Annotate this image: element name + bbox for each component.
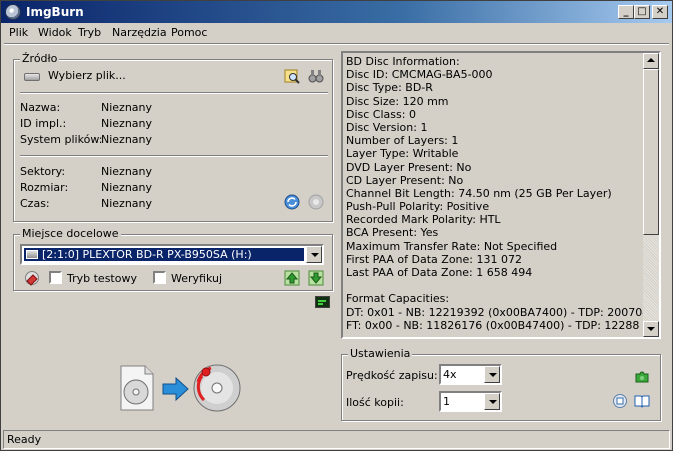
manual-book-icon[interactable] [634, 393, 650, 409]
info-line: Disc Class: 0 [346, 107, 416, 121]
field-label: System plików: [20, 133, 103, 146]
write-speed-value: 4x [443, 368, 457, 381]
field-label: Sektory: [20, 165, 66, 178]
menu-tryb[interactable]: Tryb [78, 26, 101, 39]
verify-settings-icon[interactable] [612, 393, 628, 409]
imgburn-window: ImgBurn _ □ ✕ Plik Widok Tryb Narzędzia … [0, 0, 673, 451]
field-label: Rozmiar: [20, 181, 69, 194]
verify-checkbox[interactable] [153, 271, 166, 284]
info-line: BD Disc Information: [346, 55, 460, 68]
source-group-label: Źródło [20, 52, 60, 65]
info-line: Disc ID: CMCMAG-BA5-000 [346, 68, 493, 82]
drive-select-value: [2:1:0] PLEXTOR BD-R PX-B950SA (H:) [42, 248, 252, 261]
close-button[interactable]: ✕ [652, 5, 668, 19]
menu-plik[interactable]: Plik [9, 26, 28, 39]
find-binoculars-icon[interactable] [308, 68, 324, 84]
field-value: Nieznany [101, 165, 153, 178]
settings-group: Ustawienia Prędkość zapisu: 4x Ilość kop… [341, 347, 661, 421]
source-separator-2 [20, 155, 328, 157]
minimize-button[interactable]: _ [618, 5, 634, 19]
info-line: CD Layer Present: No [346, 173, 464, 187]
menu-bar: Plik Widok Tryb Narzędzia Pomoc [1, 23, 672, 42]
write-button[interactable] [118, 362, 246, 414]
write-speed-dropdown-button[interactable] [484, 366, 500, 383]
info-line: Layer Type: Writable [346, 147, 459, 161]
field-value: Nieznany [101, 197, 153, 210]
info-line: Number of Layers: 1 [346, 134, 459, 148]
drive-dropdown-button[interactable] [306, 246, 322, 263]
drive-icon [24, 73, 40, 81]
source-separator-1 [20, 92, 328, 94]
info-line: Disc Size: 120 mm [346, 94, 449, 108]
imgburn-app-icon [5, 4, 21, 20]
info-line: Channel Bit Length: 74.50 nm (25 GB Per … [346, 186, 612, 200]
disc-info-lines: BD Disc Information: Disc ID: CMCMAG-BA5… [346, 55, 650, 332]
scroll-thumb[interactable] [643, 69, 659, 235]
destination-group-label: Miejsce docelowe [20, 227, 121, 240]
log-window-icon[interactable] [315, 296, 330, 308]
choose-file-label[interactable]: Wybierz plik... [48, 69, 126, 82]
copies-label: Ilość kopii: [346, 396, 404, 409]
info-scrollbar[interactable] [643, 53, 659, 337]
write-speed-label: Prędkość zapisu: [346, 369, 438, 382]
copies-value: 1 [443, 395, 450, 408]
title-bar[interactable]: ImgBurn _ □ ✕ [1, 1, 672, 23]
disc-info-box[interactable]: BD Disc Information: Disc ID: CMCMAG-BA5… [341, 51, 661, 339]
info-line: DT: 0x01 - NB: 12219392 (0x00BA7400) - T… [346, 305, 650, 319]
info-line: Format Capacities: [346, 292, 450, 306]
drive-select[interactable]: [2:1:0] PLEXTOR BD-R PX-B950SA (H:) [20, 244, 324, 265]
info-line [346, 279, 644, 292]
info-line: Disc Version: 1 [346, 120, 428, 134]
field-value: Nieznany [101, 101, 153, 114]
info-line: First PAA of Data Zone: 131 072 [346, 252, 522, 266]
info-line: BCA Present: Yes [346, 226, 439, 240]
field-label: ID impl.: [20, 117, 67, 130]
settings-puzzle-icon[interactable] [634, 368, 650, 384]
menu-pomoc[interactable]: Pomoc [171, 26, 207, 39]
menu-divider [4, 43, 669, 45]
menu-narzedzia[interactable]: Narzędzia [112, 26, 167, 39]
test-mode-checkbox[interactable] [49, 271, 62, 284]
settings-group-label: Ustawienia [348, 347, 413, 360]
field-label: Czas: [20, 197, 50, 210]
field-label: Nazwa: [20, 101, 61, 114]
info-line: Last PAA of Data Zone: 1 658 494 [346, 266, 533, 279]
info-line: Recorded Mark Polarity: HTL [346, 213, 501, 227]
window-title: ImgBurn [26, 5, 84, 19]
test-mode-label[interactable]: Tryb testowy [67, 272, 137, 285]
copies-select[interactable]: 1 [439, 391, 502, 412]
field-value: Nieznany [101, 133, 153, 146]
refresh-disabled-icon[interactable] [308, 194, 324, 210]
menu-widok[interactable]: Widok [38, 26, 72, 39]
maximize-button[interactable]: □ [634, 5, 650, 19]
eraser-icon[interactable] [24, 270, 40, 286]
scroll-up-button[interactable] [643, 53, 659, 69]
info-line: Disc Type: BD-R [346, 81, 433, 95]
field-value: Nieznany [101, 181, 153, 194]
status-text: Ready [7, 433, 42, 446]
status-bar: Ready [3, 430, 670, 449]
info-line: FT: 0x00 - NB: 11826176 (0x00B47400) - T… [346, 318, 640, 332]
write-speed-select[interactable]: 4x [439, 364, 502, 385]
calculate-icon[interactable] [284, 194, 300, 210]
info-line: DVD Layer Present: No [346, 160, 472, 174]
tray-load-icon[interactable] [308, 270, 324, 286]
tray-eject-icon[interactable] [284, 270, 300, 286]
destination-group: Miejsce docelowe [2:1:0] PLEXTOR BD-R PX… [13, 227, 333, 291]
browse-file-icon[interactable] [284, 68, 300, 84]
copies-dropdown-button[interactable] [484, 393, 500, 410]
optical-drive-icon [26, 250, 38, 259]
field-value: Nieznany [101, 117, 153, 130]
scroll-down-button[interactable] [643, 321, 659, 337]
info-line: Maximum Transfer Rate: Not Specified [346, 239, 558, 253]
verify-label[interactable]: Weryfikuj [171, 272, 222, 285]
info-line: Push-Pull Polarity: Positive [346, 200, 490, 214]
source-group: Źródło Wybierz plik... Nazwa: Nieznany I… [13, 52, 333, 222]
